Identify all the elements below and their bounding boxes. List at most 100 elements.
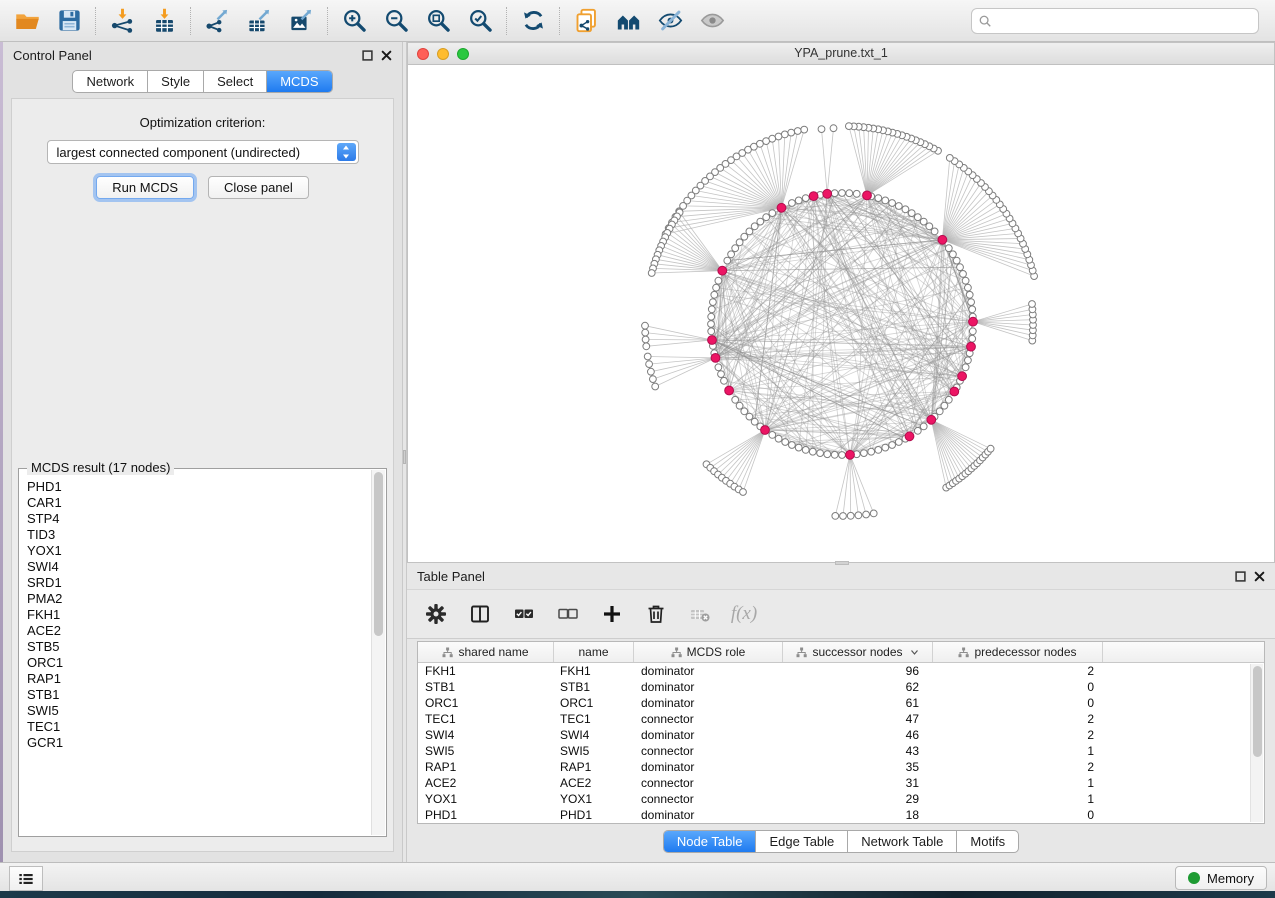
table-cell: STB1 (418, 679, 554, 695)
mcds-result-item[interactable]: CAR1 (27, 495, 370, 511)
toolbar-separator (190, 7, 191, 35)
table-row[interactable]: STB1STB1dominator620 (418, 679, 1264, 695)
tab-node-table[interactable]: Node Table (664, 831, 757, 852)
export-image-button[interactable] (280, 3, 322, 39)
tab-select[interactable]: Select (204, 71, 267, 92)
table-scrollbar[interactable] (1250, 664, 1263, 822)
table-cell: RAP1 (554, 759, 634, 775)
table-panel-title: Table Panel (417, 569, 485, 584)
network-canvas[interactable] (408, 65, 1274, 562)
mcds-result-item[interactable]: PHD1 (27, 479, 370, 495)
table-row[interactable]: PHD1PHD1dominator180 (418, 807, 1264, 823)
main-toolbar (0, 0, 1275, 42)
scrollbar-thumb[interactable] (1253, 666, 1262, 757)
tab-edge-table[interactable]: Edge Table (756, 831, 848, 852)
run-mcds-button[interactable]: Run MCDS (96, 176, 194, 199)
show-columns-button[interactable] (465, 599, 495, 629)
mcds-result-item[interactable]: ORC1 (27, 655, 370, 671)
column-header-mcds-role[interactable]: MCDS role (634, 642, 783, 662)
first-neighbors-button[interactable] (607, 3, 649, 39)
export-table-button[interactable] (238, 3, 280, 39)
control-panel-header: Control Panel (3, 42, 402, 68)
tab-motifs[interactable]: Motifs (957, 831, 1018, 852)
table-row[interactable]: SWI5SWI5connector431 (418, 743, 1264, 759)
network-titlebar[interactable]: YPA_prune.txt_1 (408, 43, 1274, 65)
zoom-fit-button[interactable] (417, 3, 459, 39)
refresh-icon (520, 7, 547, 34)
table-row[interactable]: ORC1ORC1dominator610 (418, 695, 1264, 711)
table-row[interactable]: ACE2ACE2connector311 (418, 775, 1264, 791)
mcds-result-item[interactable]: STB5 (27, 639, 370, 655)
mcds-result-item[interactable]: GCR1 (27, 735, 370, 751)
close-panel-icon[interactable] (381, 50, 392, 61)
network-view-window: YPA_prune.txt_1 (407, 42, 1275, 563)
mcds-result-item[interactable]: STP4 (27, 511, 370, 527)
tab-network[interactable]: Network (73, 71, 148, 92)
table-row[interactable]: YOX1YOX1connector291 (418, 791, 1264, 807)
mcds-result-item[interactable]: RAP1 (27, 671, 370, 687)
add-column-button[interactable] (597, 599, 627, 629)
mcds-result-item[interactable]: SRD1 (27, 575, 370, 591)
optimization-criterion-select[interactable]: largest connected component (undirected) (47, 140, 359, 164)
import-table-button[interactable] (143, 3, 185, 39)
zoom-out-button[interactable] (375, 3, 417, 39)
mcds-result-item[interactable]: YOX1 (27, 543, 370, 559)
mcds-result-item[interactable]: ACE2 (27, 623, 370, 639)
close-panel-icon[interactable] (1254, 571, 1265, 582)
float-panel-icon[interactable] (1235, 571, 1246, 582)
select-all-button[interactable] (509, 599, 539, 629)
table-row[interactable]: TEC1TEC1connector472 (418, 711, 1264, 727)
table-row[interactable]: SWI4SWI4dominator462 (418, 727, 1264, 743)
table-cell: 2 (933, 759, 1103, 775)
clone-network-button[interactable] (565, 3, 607, 39)
float-panel-icon[interactable] (362, 50, 373, 61)
table-settings-button[interactable] (421, 599, 451, 629)
search-input[interactable] (971, 8, 1259, 34)
hide-selected-button[interactable] (649, 3, 691, 39)
table-cell: ACE2 (554, 775, 634, 791)
columns-icon (468, 602, 492, 626)
export-network-button[interactable] (196, 3, 238, 39)
mcds-result-item[interactable]: STB1 (27, 687, 370, 703)
desktop-wallpaper-strip (0, 891, 1275, 898)
network-title: YPA_prune.txt_1 (408, 46, 1274, 60)
column-header-shared-name[interactable]: shared name (418, 642, 554, 662)
mcds-list-scrollbar[interactable] (371, 470, 385, 835)
mcds-result-item[interactable]: PMA2 (27, 591, 370, 607)
column-header-name[interactable]: name (554, 642, 634, 662)
mcds-result-item[interactable]: SWI4 (27, 559, 370, 575)
optimization-criterion-label: Optimization criterion: (12, 115, 393, 130)
import-network-button[interactable] (101, 3, 143, 39)
mcds-result-item[interactable]: FKH1 (27, 607, 370, 623)
mcds-result-item[interactable]: TID3 (27, 527, 370, 543)
refresh-layout-button[interactable] (512, 3, 554, 39)
column-header-predecessor-nodes[interactable]: predecessor nodes (933, 642, 1103, 662)
zoom-selected-button[interactable] (459, 3, 501, 39)
export-table-icon (246, 7, 273, 34)
deselect-all-button[interactable] (553, 599, 583, 629)
save-session-button[interactable] (48, 3, 90, 39)
close-panel-button[interactable]: Close panel (208, 176, 309, 199)
delete-column-button[interactable] (641, 599, 671, 629)
delete-table-button[interactable] (685, 599, 715, 629)
memory-button[interactable]: Memory (1175, 866, 1267, 890)
mcds-result-item[interactable]: TEC1 (27, 719, 370, 735)
tree-icon (671, 647, 682, 658)
table-row[interactable]: RAP1RAP1dominator352 (418, 759, 1264, 775)
table-row[interactable]: FKH1FKH1dominator962 (418, 663, 1264, 679)
column-header-successor-nodes[interactable]: successor nodes (783, 642, 933, 662)
show-all-button[interactable] (691, 3, 733, 39)
mcds-result-item[interactable]: SWI5 (27, 703, 370, 719)
function-builder-button[interactable]: f(x) (729, 599, 759, 629)
node-table-header: shared name name MCDS role successor nod… (418, 642, 1264, 663)
table-cell: TEC1 (554, 711, 634, 727)
tab-style[interactable]: Style (148, 71, 204, 92)
splitter-grip[interactable] (403, 450, 406, 464)
task-history-button[interactable] (9, 866, 43, 891)
zoom-in-button[interactable] (333, 3, 375, 39)
tab-mcds[interactable]: MCDS (267, 71, 331, 92)
tab-network-table[interactable]: Network Table (848, 831, 957, 852)
memory-status-icon (1188, 872, 1200, 884)
open-file-button[interactable] (6, 3, 48, 39)
scrollbar-thumb[interactable] (374, 472, 383, 636)
